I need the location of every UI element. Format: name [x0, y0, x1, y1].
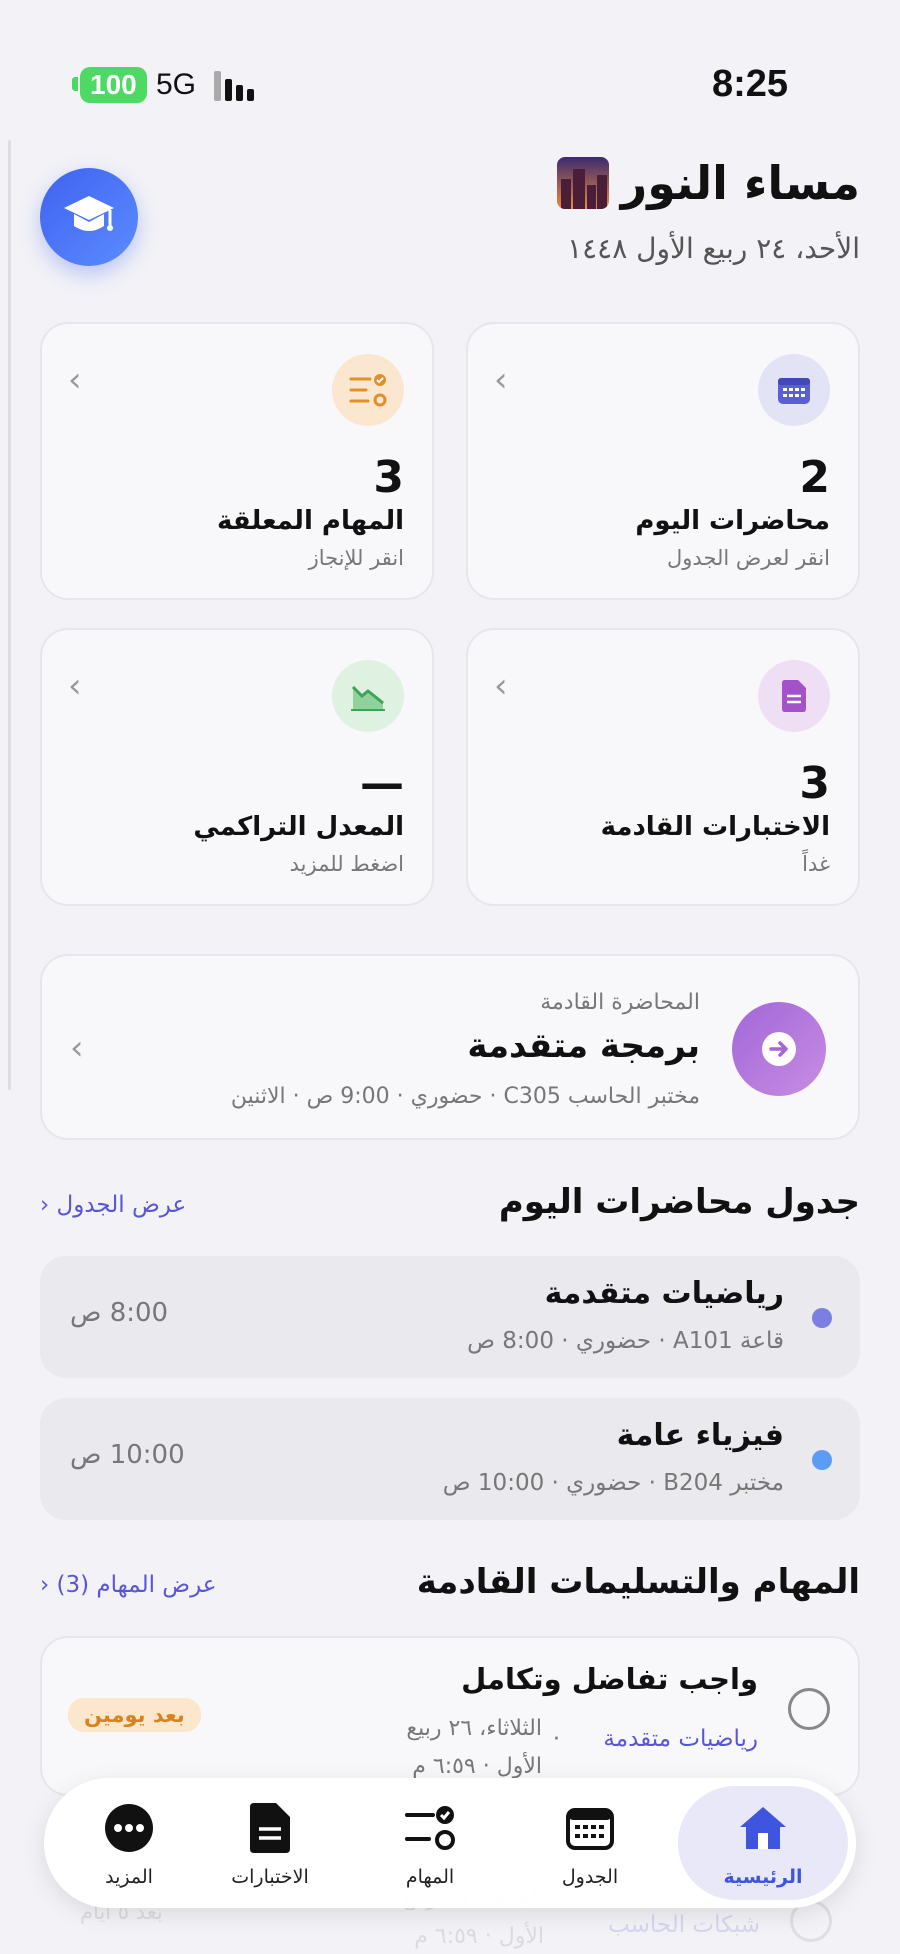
- due-badge: بعد يومين: [68, 1698, 201, 1732]
- calendar-icon: [562, 1800, 618, 1856]
- separator-dot: ·: [552, 1726, 560, 1752]
- stat-value: 2: [799, 452, 830, 503]
- chevron-left-icon: ‹: [494, 666, 508, 706]
- task-title: واجب تفاضل وتكامل: [461, 1662, 758, 1696]
- schedule-section-title: جدول محاضرات اليوم: [498, 1182, 860, 1222]
- chevron-left-icon: ‹: [68, 360, 82, 400]
- status-dot: [812, 1450, 832, 1470]
- stat-card-tasks[interactable]: ‹ 3 المهام المعلقة انقر للإنجاز: [40, 322, 434, 600]
- view-tasks-label: عرض المهام (3): [56, 1572, 217, 1598]
- document-icon: [242, 1800, 298, 1856]
- stat-value: 3: [799, 758, 830, 809]
- stat-title: المهام المعلقة: [216, 506, 404, 536]
- battery-indicator: 100: [80, 67, 147, 103]
- hijri-date: الأحد، ٢٤ ربيع الأول ١٤٤٨: [567, 232, 860, 265]
- next-lecture-meta: مختبر الحاسب C305 · حضوري · 9:00 ص · الا…: [230, 1084, 700, 1109]
- class-time: 10:00 ص: [70, 1440, 185, 1470]
- battery-tip: [72, 77, 78, 91]
- scroll-indicator: [8, 140, 11, 1090]
- tab-schedule[interactable]: الجدول: [510, 1778, 670, 1908]
- checklist-icon: [402, 1800, 458, 1856]
- house-icon: [735, 1800, 791, 1856]
- stat-card-gpa[interactable]: ‹ — المعدل التراكمي اضغط للمزيد: [40, 628, 434, 906]
- stat-title: محاضرات اليوم: [635, 506, 830, 536]
- class-time: 8:00 ص: [70, 1298, 169, 1328]
- header: مساء النور الأحد، ٢٤ ربيع الأول ١٤٤٨: [40, 150, 860, 290]
- view-tasks-link[interactable]: عرض المهام (3) ‹: [40, 1572, 217, 1598]
- class-name: رياضيات متقدمة: [544, 1276, 784, 1311]
- stat-title: الاختبارات القادمة: [600, 812, 830, 842]
- stat-subtitle: غداً: [802, 852, 830, 876]
- calendar-icon: [758, 354, 830, 426]
- checklist-icon: [332, 354, 404, 426]
- more-icon: [101, 1800, 157, 1856]
- task-due: الثلاثاء، ٢٦ ربيع الأول · ٦:٥٩ م: [406, 1716, 542, 1779]
- view-schedule-link[interactable]: عرض الجدول ‹: [40, 1192, 186, 1218]
- signal-icon: [214, 67, 254, 101]
- task-course: شبكات الحاسب: [608, 1912, 760, 1938]
- schedule-row[interactable]: رياضيات متقدمة قاعة A101 · حضوري · 8:00 …: [40, 1256, 860, 1378]
- profile-avatar-button[interactable]: [40, 168, 138, 266]
- graduation-cap-icon: [64, 196, 114, 231]
- class-meta: قاعة A101 · حضوري · 8:00 ص: [467, 1328, 784, 1354]
- schedule-row[interactable]: فيزياء عامة مختبر B204 · حضوري · 10:00 ص…: [40, 1398, 860, 1520]
- chevron-left-icon: ‹: [70, 1028, 84, 1068]
- chevron-left-icon: ‹: [40, 1572, 50, 1598]
- greeting-text: مساء النور: [620, 156, 860, 210]
- stat-value: —: [360, 758, 404, 809]
- document-icon: [758, 660, 830, 732]
- tab-tasks[interactable]: المهام: [350, 1778, 510, 1908]
- tab-more-label: المزيد: [105, 1866, 153, 1888]
- next-lecture-title: برمجة متقدمة: [467, 1026, 700, 1066]
- stat-title: المعدل التراكمي: [193, 812, 404, 842]
- tab-schedule-label: الجدول: [561, 1866, 619, 1888]
- stat-subtitle: اضغط للمزيد: [289, 852, 404, 876]
- task-checkbox[interactable]: [788, 1688, 830, 1730]
- clock: 8:25: [711, 63, 788, 105]
- city-sunset-icon: [556, 157, 609, 209]
- tab-bar: الرئيسية الجدول المهام الاختبارات المزيد: [44, 1778, 856, 1908]
- class-meta: مختبر B204 · حضوري · 10:00 ص: [442, 1470, 784, 1496]
- arrow-right-circle-icon[interactable]: [732, 1002, 826, 1096]
- network-type: 5G: [156, 68, 197, 101]
- stat-subtitle: انقر لعرض الجدول: [667, 546, 830, 570]
- class-name: فيزياء عامة: [616, 1418, 784, 1453]
- tasks-section-title: المهام والتسليمات القادمة: [416, 1562, 860, 1602]
- chart-icon: [332, 660, 404, 732]
- stat-subtitle: انقر للإنجاز: [308, 546, 404, 570]
- chevron-left-icon: ‹: [494, 360, 508, 400]
- greeting: مساء النور: [556, 156, 860, 210]
- tab-home[interactable]: الرئيسية: [678, 1786, 848, 1900]
- stat-value: 3: [373, 452, 404, 503]
- tab-tasks-label: المهام: [405, 1866, 455, 1888]
- next-lecture-label: المحاضرة القادمة: [540, 990, 700, 1015]
- task-item[interactable]: واجب تفاضل وتكامل رياضيات متقدمة · الثلا…: [40, 1636, 860, 1796]
- status-bar: 100 5G 8:25: [0, 55, 900, 115]
- stat-card-exams[interactable]: ‹ 3 الاختبارات القادمة غداً: [466, 628, 860, 906]
- chevron-left-icon: ‹: [68, 666, 82, 706]
- stat-card-lectures[interactable]: ‹ 2 محاضرات اليوم انقر لعرض الجدول: [466, 322, 860, 600]
- chevron-left-icon: ‹: [40, 1192, 50, 1218]
- next-lecture-card[interactable]: المحاضرة القادمة برمجة متقدمة مختبر الحا…: [40, 954, 860, 1140]
- task-course: رياضيات متقدمة: [603, 1726, 758, 1752]
- tab-more[interactable]: المزيد: [54, 1778, 204, 1908]
- view-schedule-label: عرض الجدول: [56, 1192, 187, 1218]
- tab-exams[interactable]: الاختبارات: [190, 1778, 350, 1908]
- tab-home-label: الرئيسية: [723, 1866, 803, 1888]
- status-dot: [812, 1308, 832, 1328]
- tab-exams-label: الاختبارات: [231, 1866, 309, 1888]
